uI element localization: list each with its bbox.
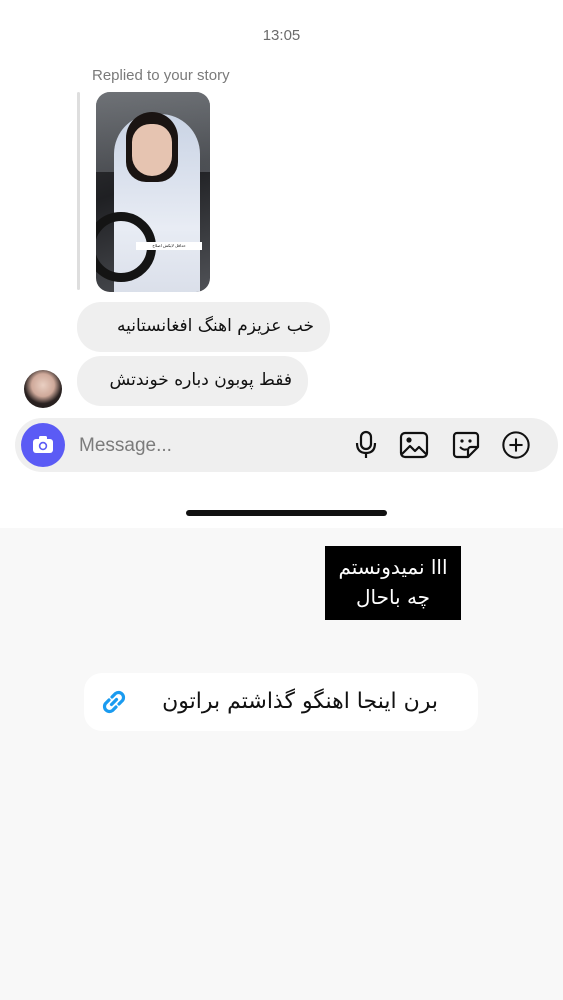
microphone-button[interactable] (351, 430, 381, 460)
story-face (132, 124, 172, 176)
chat-screenshot: 13:05 Replied to your story حداقل لایکش … (0, 0, 563, 528)
camera-button[interactable] (21, 423, 65, 467)
microphone-icon (355, 430, 377, 458)
message-bubble[interactable]: خب عزیزم اهنگ افغانستانیه (77, 302, 330, 352)
home-indicator (186, 510, 387, 516)
link-icon (102, 690, 126, 714)
link-sticker[interactable]: برن اینجا اهنگو گذاشتم براتون (84, 673, 478, 731)
message-input[interactable] (77, 418, 341, 474)
story-text-overlay: ااا نمیدونستم چه باحال (325, 546, 461, 620)
add-button[interactable] (501, 430, 531, 460)
story-thumbnail[interactable]: حداقل لایکش اصلاح (96, 92, 210, 292)
message-composer (15, 418, 558, 474)
gallery-icon (399, 431, 429, 459)
gallery-button[interactable] (399, 430, 429, 460)
plus-icon (502, 431, 530, 459)
sender-avatar[interactable] (24, 370, 62, 408)
sticker-button[interactable] (451, 430, 481, 460)
story-caption: حداقل لایکش اصلاح (136, 242, 202, 250)
overlay-text-line: ااا نمیدونستم (338, 555, 448, 579)
link-sticker-label: برن اینجا اهنگو گذاشتم براتون (162, 689, 438, 714)
message-timestamp: 13:05 (262, 27, 301, 44)
reply-indicator-bar (77, 92, 80, 290)
message-bubble[interactable]: فقط پوبون دباره خوندتش (77, 356, 308, 406)
sticker-icon (452, 431, 480, 459)
replied-to-story-label: Replied to your story (92, 67, 230, 84)
camera-icon (33, 436, 53, 453)
overlay-text-line: چه باحال (355, 585, 431, 609)
